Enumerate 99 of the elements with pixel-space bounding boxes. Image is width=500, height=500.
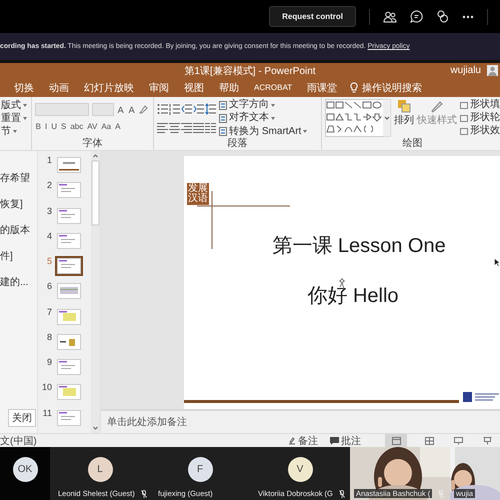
columns-icon[interactable] [205, 122, 216, 134]
ribbon-command[interactable]: 形状填 [470, 99, 500, 111]
recovery-item[interactable]: 恢复] [0, 197, 37, 211]
align-center-icon[interactable] [169, 122, 180, 134]
language-status: 文(中国) [0, 434, 37, 448]
ribbon-command[interactable]: 重置 [1, 112, 21, 124]
align-right-icon[interactable] [181, 122, 192, 134]
reactions-icon[interactable] [436, 10, 449, 23]
recovery-item[interactable]: 存希望 [0, 171, 37, 185]
people-icon[interactable] [383, 10, 397, 22]
format-button[interactable]: S [60, 121, 68, 133]
ribbon-command[interactable]: 文字方向 [229, 99, 270, 112]
participant-avatar: V [288, 456, 312, 482]
numbered-list-icon[interactable] [169, 102, 180, 115]
format-button[interactable]: AV [86, 121, 98, 133]
slide-title: 第一课 Lesson One [272, 235, 446, 257]
format-button[interactable]: Aa [100, 121, 112, 133]
slide-number: 3 [46, 206, 52, 216]
tell-me-search[interactable]: 操作说明搜索 [362, 80, 422, 94]
justify-icon[interactable] [193, 122, 204, 134]
slide-number: 2 [46, 180, 52, 190]
ribbon-tab[interactable]: ACROBAT [252, 82, 294, 93]
comment-icon [330, 436, 339, 444]
decrease-indent-icon[interactable] [181, 102, 192, 115]
group-label: 段落 [226, 138, 249, 150]
window-title: 第1课[兼容模式] - PowerPoint [184, 66, 316, 77]
format-button[interactable]: A [114, 121, 122, 133]
participant-avatar: L [88, 456, 112, 482]
smartart-icon [219, 127, 228, 136]
increase-indent-icon[interactable] [193, 102, 204, 115]
reading-view-icon[interactable] [454, 436, 463, 444]
slide-number: 4 [46, 230, 52, 241]
ribbon-command[interactable]: 形状轮 [470, 112, 500, 124]
fill-icon [460, 101, 468, 109]
close-button[interactable]: 关闭 [8, 409, 36, 427]
shapes-gallery[interactable] [324, 99, 391, 137]
slide-number: 9 [46, 357, 52, 368]
slide-number: 5 [46, 256, 52, 266]
user-name: wujialu [450, 65, 481, 76]
arrange-icon[interactable] [396, 99, 411, 113]
ribbon-tab[interactable]: 雨课堂 [305, 80, 340, 96]
ribbon-command[interactable]: 对齐文本 [229, 112, 270, 124]
slide-number: 7 [46, 306, 52, 317]
notes-field[interactable]: 单击此处添加备注 [107, 417, 187, 428]
slide-number: 1 [46, 155, 52, 165]
slide-logo: 发展汉语 [187, 183, 209, 205]
normal-view-icon[interactable] [392, 436, 400, 444]
font-name-field[interactable] [34, 103, 89, 116]
more-icon[interactable] [462, 14, 474, 18]
notes-icon [288, 436, 296, 444]
ribbon-command[interactable]: 节 [1, 126, 11, 138]
slide-number: 6 [46, 281, 52, 292]
font-size-field[interactable] [92, 103, 114, 116]
quick-styles-icon[interactable] [430, 99, 444, 113]
recovery-item[interactable]: 的版本 [0, 223, 37, 237]
ribbon-command[interactable]: 形状效 [470, 125, 500, 137]
notes-button[interactable]: 备注 [298, 434, 318, 448]
format-button[interactable]: B [34, 121, 42, 133]
slide-number: 11 [42, 408, 52, 418]
ribbon-tab[interactable]: 切换 [12, 80, 36, 96]
ribbon-tab[interactable]: 幻灯片放映 [82, 80, 136, 96]
effects-icon [460, 127, 468, 135]
format-button[interactable]: I [44, 121, 48, 133]
university-logo-icon [463, 391, 500, 403]
ribbon-tab[interactable]: 审阅 [147, 80, 171, 96]
slide-number: 8 [46, 332, 52, 342]
ribbon-tab[interactable]: 帮助 [217, 80, 241, 96]
clear-formatting-icon[interactable] [138, 105, 148, 114]
ribbon-command[interactable]: 版式 [1, 100, 21, 112]
slideshow-icon[interactable] [483, 436, 492, 444]
group-label: 字体 [81, 138, 104, 150]
slide-subtitle: 你好 Hello [307, 285, 399, 307]
recovery-item[interactable]: 建的... [0, 275, 37, 289]
avatar-icon[interactable] [487, 65, 498, 76]
line-spacing-icon[interactable] [205, 102, 216, 115]
ribbon-command[interactable]: 转换为 SmartArt [229, 126, 302, 138]
chat-icon[interactable] [410, 10, 423, 23]
format-button[interactable]: abc [69, 121, 84, 133]
format-button[interactable]: U [50, 121, 58, 133]
participant-avatar: F [188, 456, 212, 482]
align-text-icon [219, 114, 228, 123]
outline-icon [460, 114, 468, 122]
text-direction-icon [219, 100, 228, 110]
lightbulb-icon [350, 82, 358, 93]
align-left-icon[interactable] [157, 122, 168, 134]
ribbon-tab[interactable]: 视图 [182, 80, 206, 96]
slide-number: 10 [40, 382, 52, 392]
font-size-button[interactable]: A [116, 104, 125, 116]
font-size-button[interactable]: A [128, 104, 136, 116]
arrange-button[interactable]: 排列 [394, 115, 414, 127]
group-label: 绘图 [401, 138, 424, 150]
ribbon-tab[interactable]: 动画 [47, 80, 71, 96]
participant-avatar: OK [12, 456, 38, 482]
recovery-item[interactable]: 件] [0, 249, 37, 263]
slide-sorter-icon[interactable] [425, 436, 434, 444]
request-control-button[interactable]: Request control [269, 6, 356, 27]
scrollbar[interactable] [91, 151, 100, 433]
comments-button[interactable]: 批注 [341, 434, 361, 448]
bullet-list-icon[interactable] [157, 102, 168, 115]
